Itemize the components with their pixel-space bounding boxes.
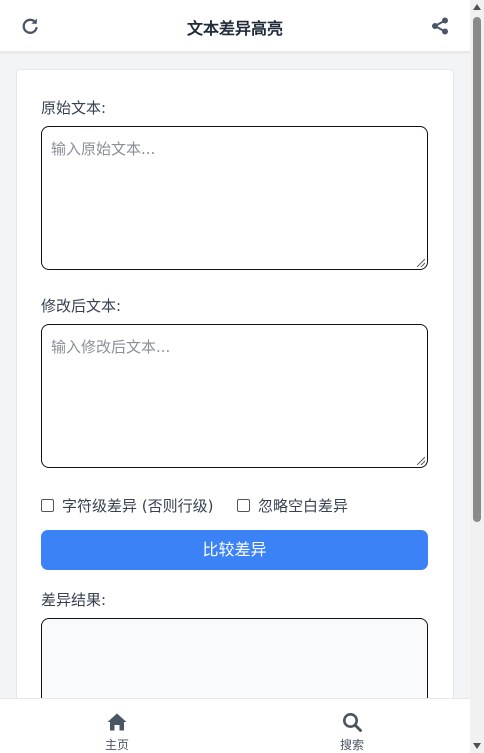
home-icon	[107, 713, 127, 731]
char-level-checkbox[interactable]	[41, 499, 54, 512]
ignore-whitespace-option[interactable]: 忽略空白差异	[237, 495, 348, 516]
original-text-label: 原始文本:	[41, 99, 107, 117]
modified-text-input[interactable]: 输入修改后文本...	[41, 324, 428, 468]
compare-button[interactable]: 比较差异	[41, 530, 428, 570]
share-icon[interactable]	[430, 16, 450, 36]
original-text-placeholder: 输入原始文本...	[51, 140, 156, 158]
resize-handle-icon[interactable]	[417, 259, 425, 267]
ignore-whitespace-label: 忽略空白差异	[258, 497, 349, 515]
char-level-label: 字符级差异 (否则行级)	[62, 497, 214, 515]
bottom-nav: 主页 搜索	[0, 698, 470, 753]
resize-handle-icon[interactable]	[417, 457, 425, 465]
app-header: 文本差异高亮	[0, 0, 470, 52]
nav-item-search[interactable]: 搜索	[322, 711, 382, 753]
nav-item-home[interactable]: 主页	[87, 711, 147, 753]
original-text-input[interactable]: 输入原始文本...	[41, 126, 428, 270]
char-level-option[interactable]: 字符级差异 (否则行级)	[41, 495, 213, 516]
ignore-whitespace-checkbox[interactable]	[237, 499, 250, 512]
diff-result-label: 差异结果:	[41, 591, 107, 609]
scroll-up-arrow-icon[interactable]	[473, 4, 481, 10]
modified-text-label: 修改后文本:	[41, 297, 122, 315]
nav-item-home-label: 主页	[104, 738, 129, 752]
scrollbar-thumb[interactable]	[473, 17, 481, 522]
nav-item-search-label: 搜索	[339, 738, 364, 752]
page-scrollbar[interactable]	[470, 0, 484, 753]
search-icon	[343, 713, 362, 732]
scroll-down-arrow-icon[interactable]	[473, 743, 481, 749]
modified-text-placeholder: 输入修改后文本...	[51, 338, 171, 356]
page-title: 文本差异高亮	[186, 19, 283, 38]
